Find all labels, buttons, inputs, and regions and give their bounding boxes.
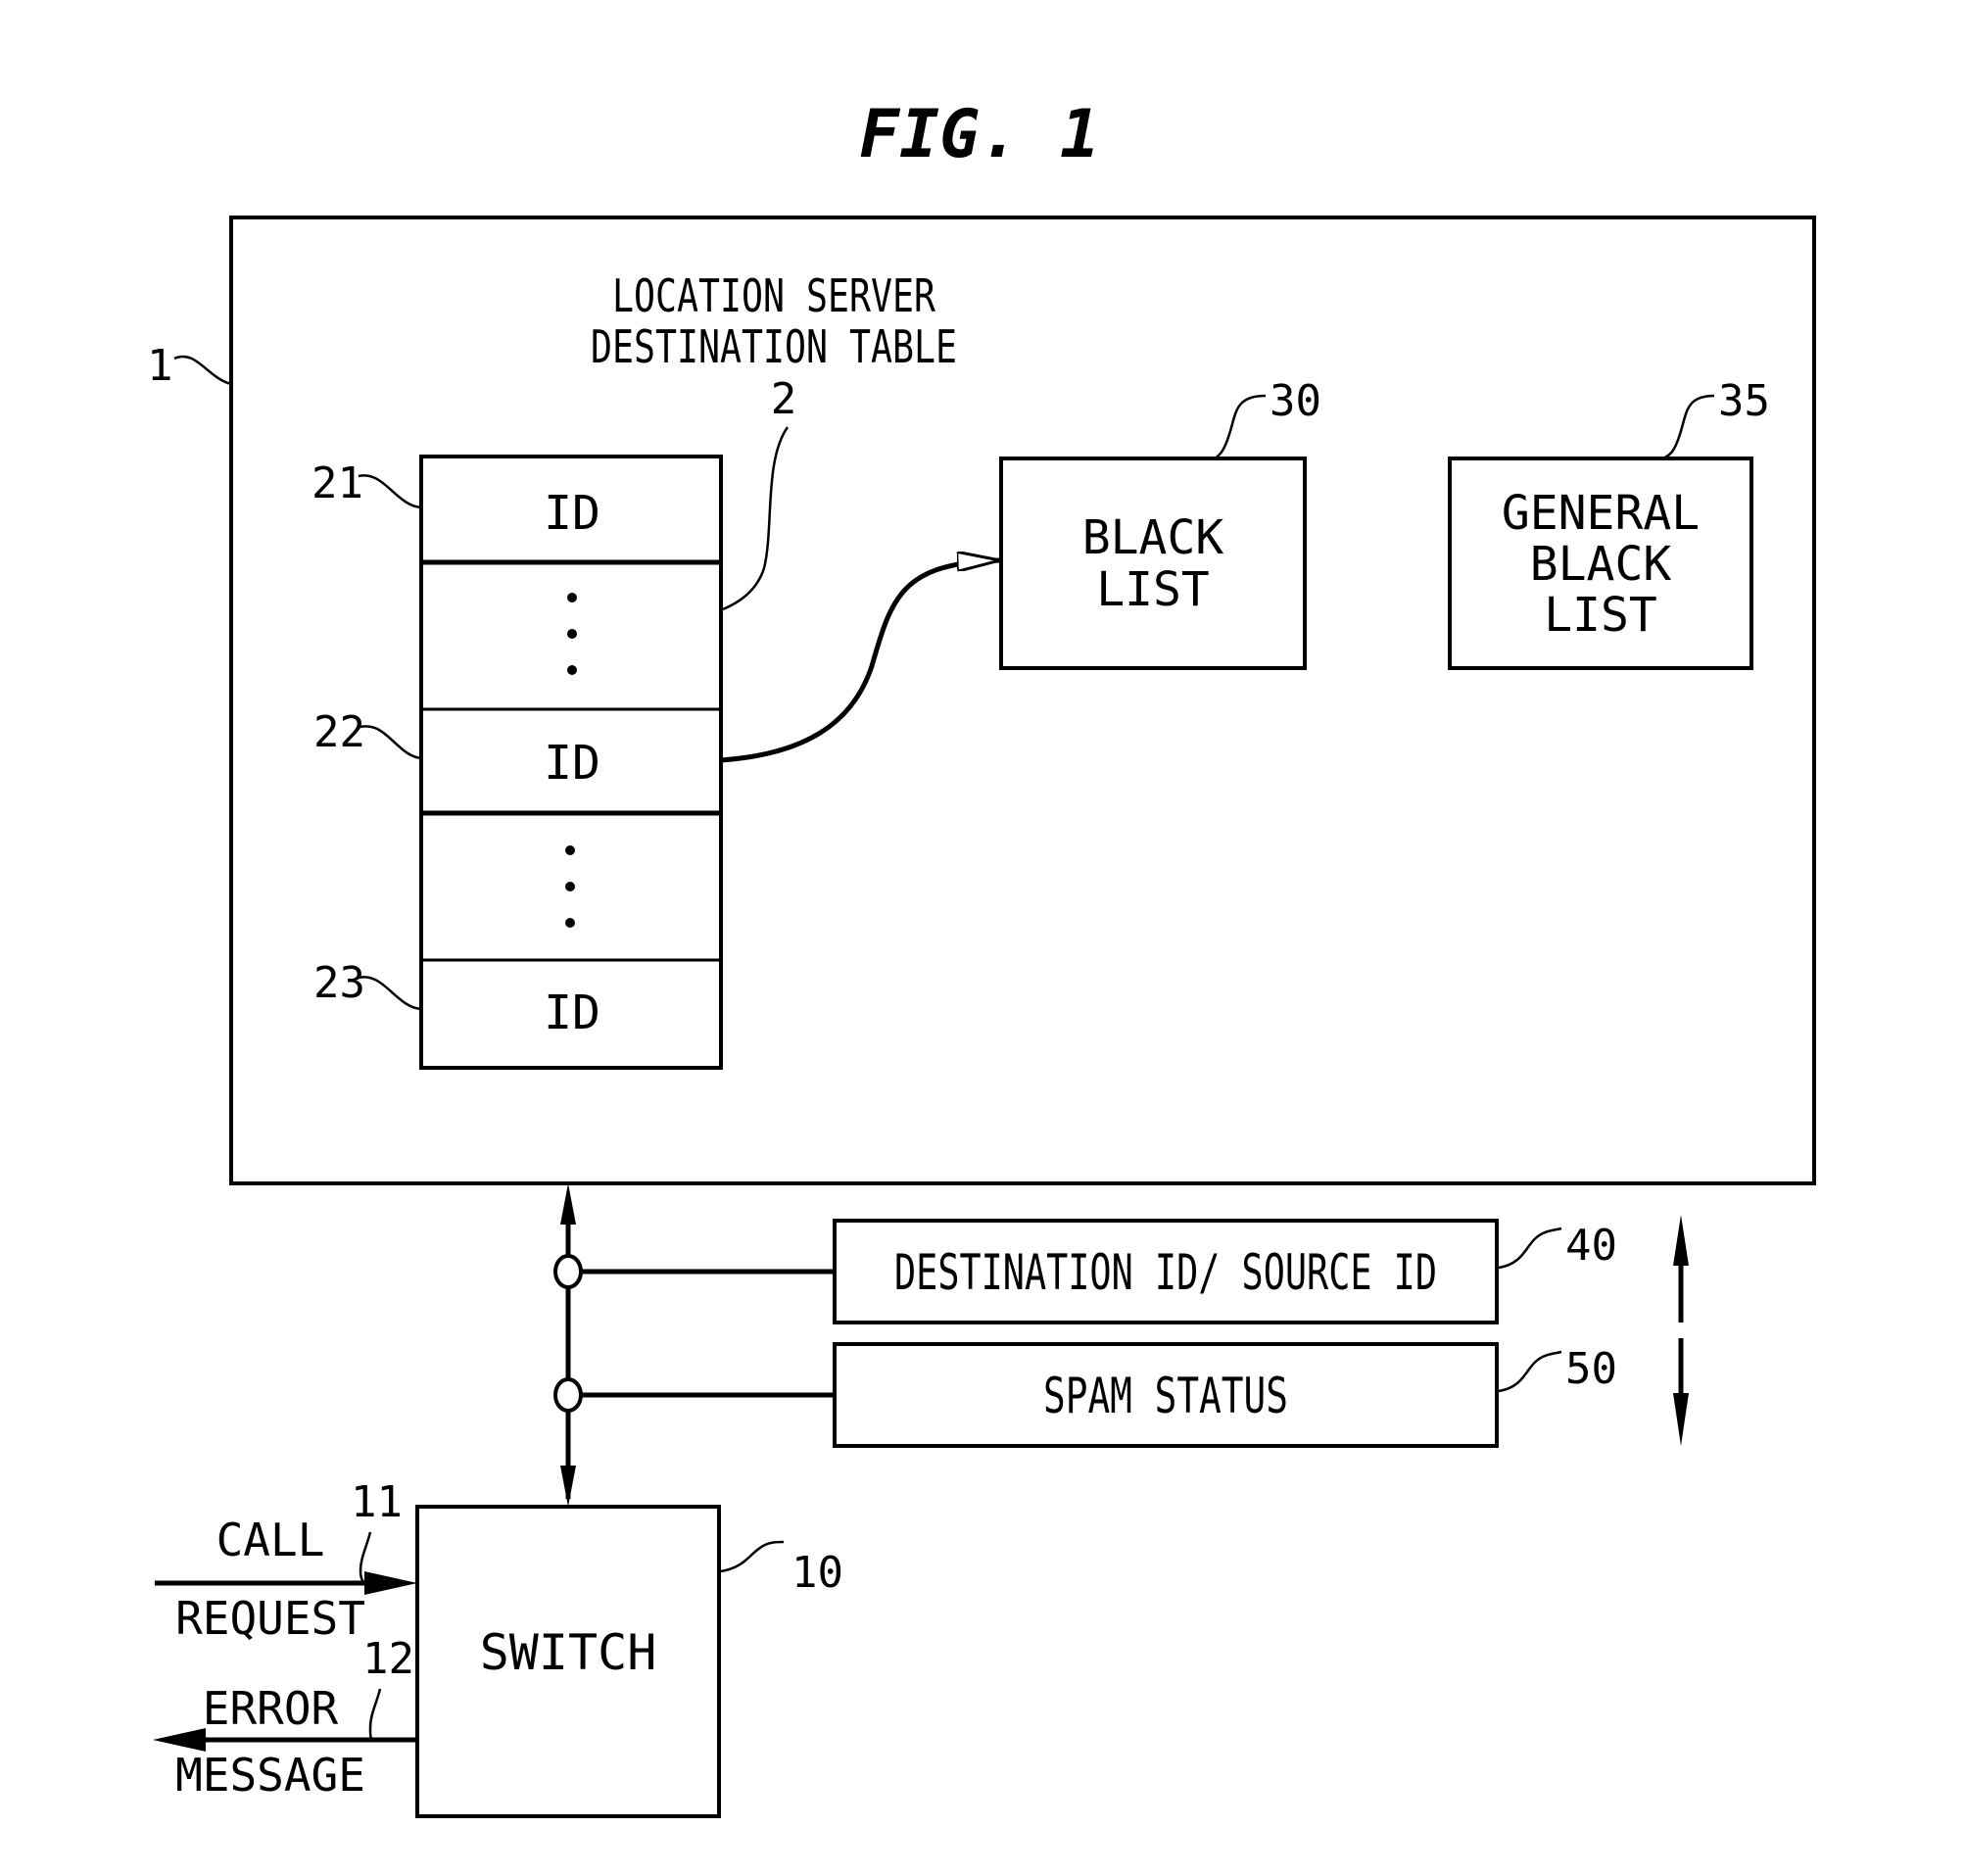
figure-title: FIG. 1 [859, 96, 1100, 173]
ref-call-request: 11 [351, 1477, 403, 1527]
call-request-label-1: CALL [216, 1514, 325, 1566]
general-black-list-label-1: GENERAL [1502, 486, 1700, 541]
ref-row-22: 22 [313, 707, 365, 757]
leader-line-12 [368, 1688, 382, 1741]
leader-line-40 [1498, 1227, 1562, 1270]
black-list-label-1: BLACK [1082, 510, 1224, 565]
call-request-label-2: REQUEST [175, 1592, 365, 1645]
ref-row-21: 21 [312, 458, 363, 508]
row-id-label: ID [544, 736, 600, 791]
message-label-spam-status: SPAM STATUS [1043, 1368, 1288, 1424]
ref-destination-table: 2 [771, 374, 797, 424]
leader-line-10 [720, 1540, 785, 1573]
row-id-label: ID [544, 486, 600, 541]
tap-circle-icon [553, 1254, 583, 1289]
arrow-up-icon [560, 1183, 576, 1225]
general-black-list-label-2: BLACK [1530, 537, 1672, 592]
location-server-title-2: DESTINATION TABLE [591, 320, 957, 373]
leader-line-1 [173, 355, 232, 386]
arrow-right-icon [364, 1571, 417, 1595]
leader-line-50 [1498, 1350, 1562, 1393]
error-message-label-2: MESSAGE [175, 1749, 365, 1802]
ref-general-black-list: 35 [1718, 376, 1770, 426]
ref-location-server: 1 [147, 341, 173, 391]
switch-label: SWITCH [480, 1624, 657, 1681]
location-server-title-1: LOCATION SERVER [612, 269, 935, 322]
arrow-up-icon [1673, 1215, 1689, 1266]
ref-switch: 10 [791, 1548, 843, 1598]
general-black-list-label-3: LIST [1544, 588, 1657, 643]
ref-error-message: 12 [362, 1634, 414, 1684]
ref-message-40: 40 [1565, 1221, 1617, 1271]
ref-message-50: 50 [1565, 1344, 1617, 1394]
row-id-label: ID [544, 986, 600, 1040]
ref-black-list: 30 [1270, 376, 1321, 426]
patent-figure: FIG. 1 1 LOCATION SERVER DESTINATION TAB… [0, 0, 1965, 1876]
tap-circle-icon [553, 1377, 583, 1413]
black-list-label-2: LIST [1096, 562, 1210, 617]
arrow-down-icon [1673, 1393, 1689, 1446]
ref-row-23: 23 [313, 958, 365, 1008]
message-label-destination-source: DESTINATION ID/ SOURCE ID [894, 1244, 1437, 1301]
error-message-label-1: ERROR [203, 1682, 339, 1735]
arrow-down-icon [560, 1466, 576, 1507]
